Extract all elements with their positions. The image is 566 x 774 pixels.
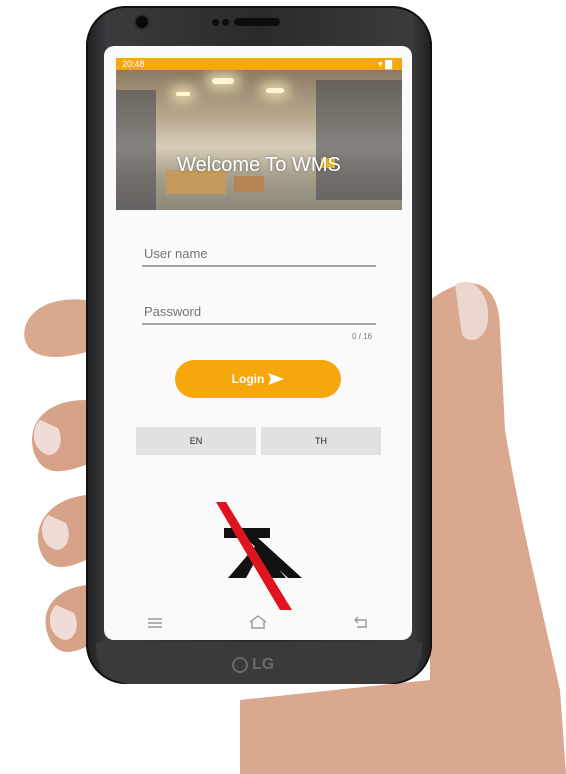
- warehouse-banner: Welcome To WMS: [116, 70, 402, 210]
- username-field[interactable]: [142, 242, 376, 267]
- front-camera: [136, 16, 148, 28]
- proximity-sensor: [212, 19, 219, 26]
- app-screen: 20:48 ▾ ▇ Welcome To WMS 0 / 16 Login EN…: [104, 46, 412, 640]
- shelf-right: [316, 80, 402, 200]
- status-icons: ▾ ▇: [378, 59, 392, 69]
- language-th-button[interactable]: TH: [261, 427, 381, 455]
- ceiling-light: [176, 92, 190, 96]
- earpiece-speaker: [234, 18, 280, 26]
- status-bar: 20:48 ▾ ▇: [116, 58, 402, 70]
- ceiling-light: [212, 78, 234, 84]
- login-label: Login: [231, 372, 265, 386]
- company-logo: [216, 502, 302, 610]
- menu-icon[interactable]: [147, 615, 162, 631]
- login-button[interactable]: Login: [175, 360, 341, 398]
- ceiling-light: [266, 88, 284, 93]
- lg-circle-icon: [232, 657, 248, 673]
- paper-plane-icon: [268, 373, 285, 385]
- pallet-boxes: [234, 176, 264, 192]
- status-time: 20:48: [122, 59, 145, 69]
- language-en-label: EN: [189, 436, 203, 446]
- android-nav-bar: [104, 606, 412, 640]
- brand-text: LG: [252, 656, 275, 673]
- banner-title: Welcome To WMS: [177, 154, 341, 176]
- shelf-left: [116, 90, 156, 210]
- password-input[interactable]: [142, 300, 376, 323]
- password-counter: 0 / 16: [351, 332, 372, 341]
- password-field[interactable]: [142, 300, 376, 325]
- brand-logo: LG: [232, 654, 292, 676]
- username-input[interactable]: [142, 242, 376, 265]
- language-en-button[interactable]: EN: [136, 427, 256, 455]
- home-icon[interactable]: [249, 614, 267, 632]
- language-th-label: TH: [315, 436, 327, 446]
- back-icon[interactable]: [354, 615, 368, 631]
- light-sensor: [222, 19, 229, 26]
